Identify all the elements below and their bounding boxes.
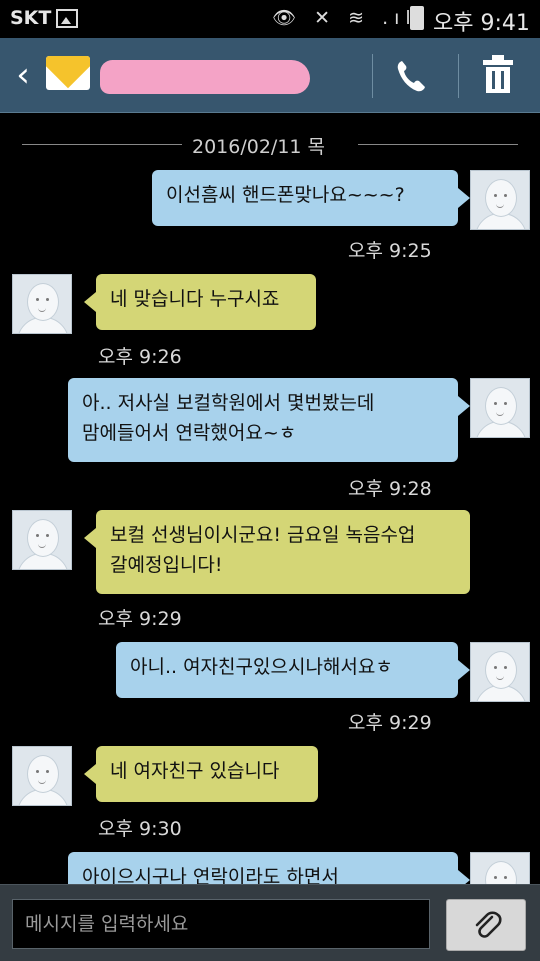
status-icons: 👁 ✕ ≋ .ıl bbox=[272, 7, 417, 29]
avatar[interactable] bbox=[12, 274, 72, 334]
envelope-icon bbox=[46, 56, 90, 90]
paperclip-icon bbox=[475, 911, 502, 938]
message-bubble-outgoing[interactable]: 아니.. 여자친구있으시나해서요ㅎ bbox=[116, 642, 470, 698]
contact-name-redacted[interactable] bbox=[100, 60, 310, 94]
date-separator: 2016/02/11 목 bbox=[0, 130, 540, 160]
gallery-notification-icon bbox=[56, 9, 78, 28]
message-time: 오후 9:26 bbox=[98, 346, 182, 368]
message-text: 네 맞습니다 누구시죠 bbox=[110, 288, 280, 310]
message-text-line: 아.. 저사실 보컬학원에서 몇번봤는데 bbox=[82, 392, 375, 414]
message-bubble-incoming[interactable]: 네 맞습니다 누구시죠 bbox=[84, 274, 316, 330]
message-text-line: 맘에들어서 연락했어요~ㅎ bbox=[82, 422, 297, 444]
header-divider bbox=[458, 54, 459, 98]
phone-icon bbox=[397, 61, 425, 92]
message-bubble-outgoing[interactable]: 아.. 저사실 보컬학원에서 몇번봤는데 맘에들어서 연락했어요~ㅎ bbox=[68, 378, 470, 462]
status-bar: SKT 👁 ✕ ≋ .ıl 오후 9:41 bbox=[0, 0, 540, 38]
message-time: 오후 9:25 bbox=[348, 240, 432, 262]
message-input[interactable] bbox=[12, 899, 430, 949]
attach-button[interactable] bbox=[446, 899, 526, 951]
message-time: 오후 9:30 bbox=[98, 818, 182, 840]
avatar[interactable] bbox=[470, 642, 530, 702]
message-time: 오후 9:29 bbox=[98, 608, 182, 630]
delete-button[interactable] bbox=[476, 52, 520, 100]
avatar[interactable] bbox=[470, 170, 530, 230]
carrier-label: SKT bbox=[10, 7, 52, 29]
header-divider bbox=[372, 54, 373, 98]
message-time: 오후 9:28 bbox=[348, 478, 432, 500]
date-label: 2016/02/11 목 bbox=[192, 136, 326, 158]
message-text: 이선흠씨 핸드폰맞나요~~~? bbox=[166, 184, 405, 206]
message-text: 네 여자친구 있습니다 bbox=[110, 760, 280, 782]
battery-icon bbox=[410, 6, 424, 30]
back-button[interactable]: ‹ bbox=[6, 50, 40, 100]
message-text-line: 갈예정입니다! bbox=[110, 554, 223, 576]
avatar[interactable] bbox=[12, 510, 72, 570]
avatar[interactable] bbox=[470, 378, 530, 438]
message-text: 아니.. 여자친구있으시나해서요ㅎ bbox=[130, 656, 393, 678]
message-bubble-outgoing[interactable]: 이선흠씨 핸드폰맞나요~~~? bbox=[152, 170, 470, 226]
call-button[interactable] bbox=[386, 52, 436, 100]
message-composer bbox=[0, 884, 540, 961]
message-bubble-incoming[interactable]: 네 여자친구 있습니다 bbox=[84, 746, 318, 802]
message-text-line: 보컬 선생님이시군요! 금요일 녹음수업 bbox=[110, 524, 416, 546]
message-time: 오후 9:29 bbox=[348, 712, 432, 734]
avatar[interactable] bbox=[12, 746, 72, 806]
back-icon: ‹ bbox=[16, 55, 30, 95]
conversation-header: ‹ bbox=[0, 38, 540, 113]
status-time: 오후 9:41 bbox=[433, 11, 530, 36]
message-bubble-incoming[interactable]: 보컬 선생님이시군요! 금요일 녹음수업 갈예정입니다! bbox=[84, 510, 470, 594]
